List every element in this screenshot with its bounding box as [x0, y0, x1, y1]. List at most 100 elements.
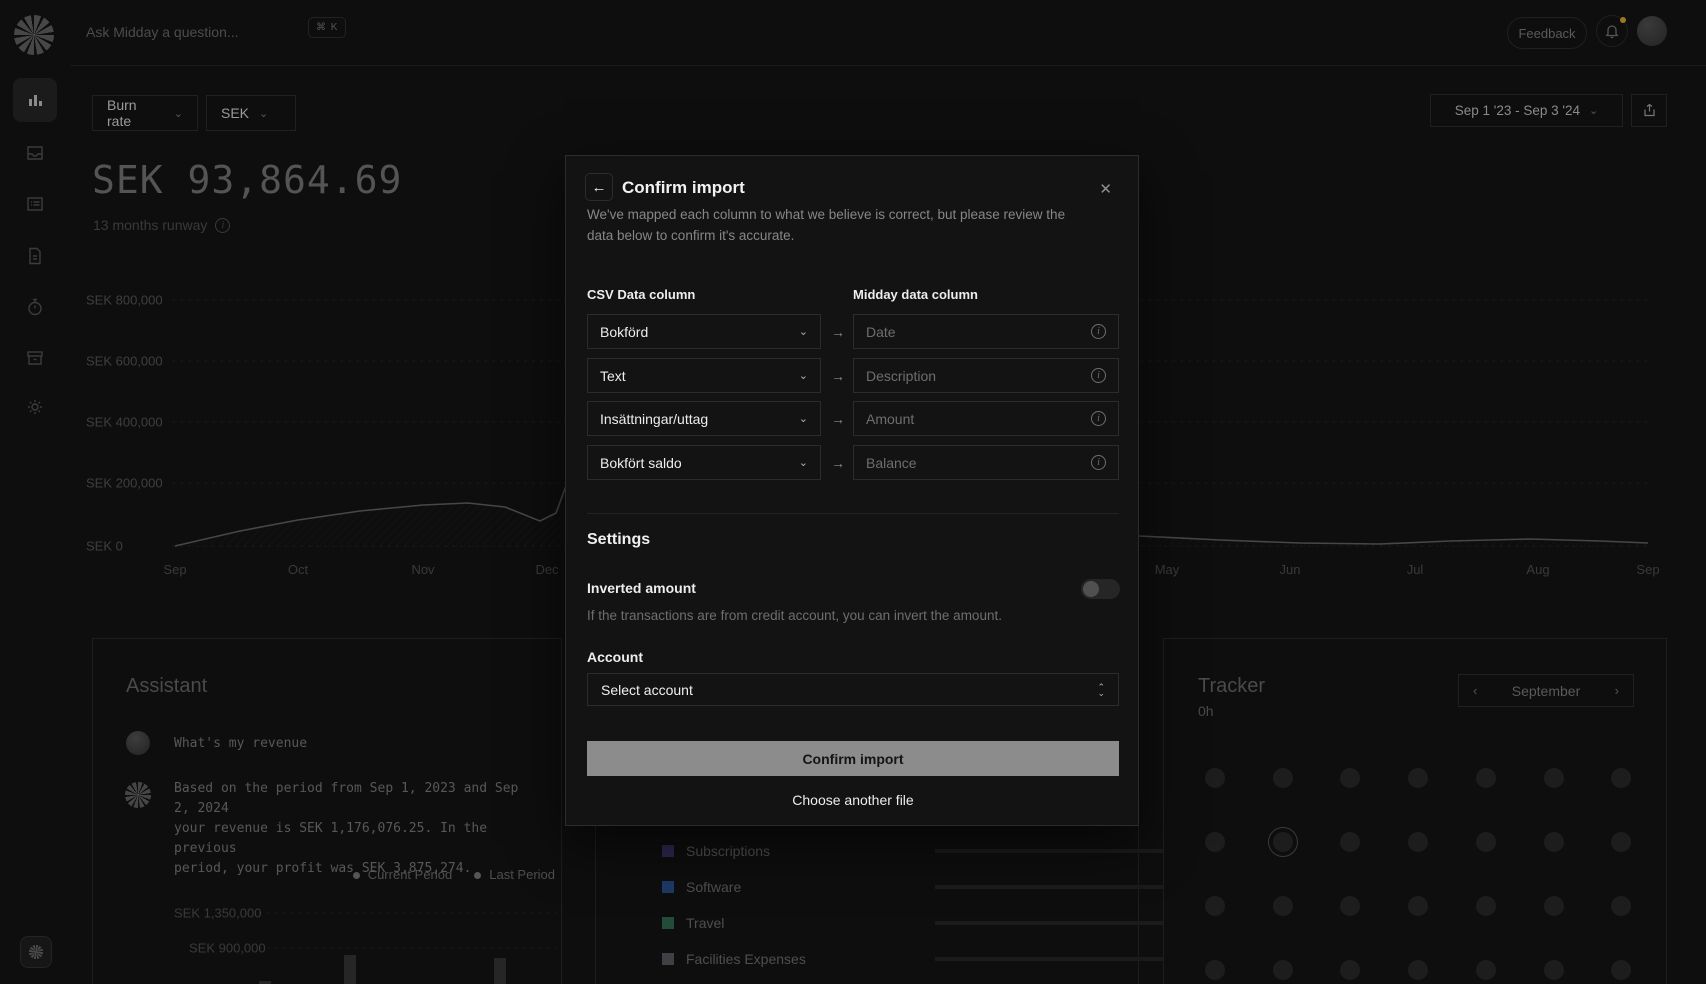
tracker-day[interactable] — [1205, 960, 1225, 980]
chart-y-tick: SEK 800,000 — [86, 293, 206, 308]
tracker-day[interactable] — [1476, 960, 1496, 980]
info-icon[interactable]: i — [1091, 324, 1106, 339]
chevron-down-icon: ⌄ — [799, 325, 808, 338]
tracker-day[interactable] — [1273, 896, 1293, 916]
confirm-import-modal: ← Confirm import ✕ We've mapped each col… — [565, 155, 1139, 826]
tracker-day[interactable] — [1544, 832, 1564, 852]
midday-column-field[interactable]: Descriptioni — [853, 358, 1119, 393]
chart-y-tick: SEK 0 — [86, 539, 206, 554]
toggle-knob — [1083, 581, 1099, 597]
chart-x-tick: Nov — [411, 562, 434, 577]
settings-heading: Settings — [587, 531, 650, 549]
account-select[interactable]: Select account ⌃⌄ — [587, 673, 1119, 706]
arrow-right-icon: → — [829, 455, 847, 471]
info-icon[interactable]: i — [1091, 411, 1106, 426]
tracker-day[interactable] — [1611, 832, 1631, 852]
chart-x-tick: Sep — [163, 562, 186, 577]
tracker-panel: Tracker 0h ‹ September › — [1163, 638, 1667, 984]
choose-another-file-link[interactable]: Choose another file — [566, 792, 1140, 808]
spending-bar — [935, 957, 1164, 961]
tracker-day[interactable] — [1273, 960, 1293, 980]
back-button[interactable]: ← — [585, 173, 613, 201]
spending-row[interactable]: Facilities Expenses — [662, 952, 806, 966]
chart-x-tick: Jul — [1407, 562, 1424, 577]
category-color-icon — [662, 917, 674, 929]
tracker-day[interactable] — [1544, 896, 1564, 916]
tracker-day[interactable] — [1205, 832, 1225, 852]
chevron-up-down-icon: ⌃⌄ — [1097, 684, 1105, 696]
csv-column-select[interactable]: Insättningar/uttag⌄ — [587, 401, 821, 436]
confirm-import-button[interactable]: Confirm import — [587, 741, 1119, 776]
category-color-icon — [662, 845, 674, 857]
chart-x-tick: May — [1155, 562, 1180, 577]
tracker-day[interactable] — [1205, 768, 1225, 788]
tracker-day[interactable] — [1408, 896, 1428, 916]
info-icon[interactable]: i — [1091, 455, 1106, 470]
chart-y-tick: SEK 600,000 — [86, 354, 206, 369]
assistant-chart-grid — [93, 639, 561, 984]
spending-bar — [935, 849, 1164, 853]
chart-y-tick: SEK 400,000 — [86, 415, 206, 430]
inverted-amount-help: If the transactions are from credit acco… — [587, 608, 1002, 623]
tracker-day[interactable] — [1611, 896, 1631, 916]
chart-x-tick: Oct — [288, 562, 308, 577]
chevron-left-icon[interactable]: ‹ — [1473, 683, 1477, 698]
tracker-day[interactable] — [1408, 832, 1428, 852]
chart-x-tick: Sep — [1636, 562, 1659, 577]
info-icon[interactable]: i — [1091, 368, 1106, 383]
chart-x-tick: Dec — [535, 562, 558, 577]
midday-column-header: Midday data column — [853, 287, 978, 302]
spending-bar — [935, 921, 1164, 925]
tracker-day[interactable] — [1476, 896, 1496, 916]
tracker-day[interactable] — [1340, 960, 1360, 980]
inverted-amount-label: Inverted amount — [587, 580, 696, 596]
tracker-day[interactable] — [1544, 960, 1564, 980]
modal-description: We've mapped each column to what we beli… — [587, 204, 1079, 246]
tracker-day[interactable] — [1611, 960, 1631, 980]
chevron-right-icon[interactable]: › — [1615, 683, 1619, 698]
bar — [344, 955, 356, 984]
account-label: Account — [587, 649, 643, 665]
tracker-day[interactable] — [1408, 768, 1428, 788]
tracker-day[interactable] — [1340, 896, 1360, 916]
modal-title: Confirm import — [622, 178, 745, 198]
tracker-day[interactable] — [1340, 768, 1360, 788]
tracker-day[interactable] — [1476, 832, 1496, 852]
tracker-day[interactable] — [1611, 768, 1631, 788]
midday-column-field[interactable]: Datei — [853, 314, 1119, 349]
assistant-panel: Assistant What's my revenue Based on the… — [92, 638, 562, 984]
month-label[interactable]: September — [1512, 683, 1580, 699]
spending-row[interactable]: Travel — [662, 916, 724, 930]
close-icon: ✕ — [1099, 181, 1112, 198]
tracker-day[interactable] — [1476, 768, 1496, 788]
arrow-left-icon: ← — [592, 179, 607, 196]
arrow-right-icon: → — [829, 368, 847, 384]
divider — [587, 513, 1119, 514]
spending-row[interactable]: Subscriptions — [662, 844, 770, 858]
midday-column-field[interactable]: Balancei — [853, 445, 1119, 480]
spending-bar — [935, 885, 1164, 889]
chart-x-tick: Aug — [1526, 562, 1549, 577]
tracker-total-hours: 0h — [1198, 703, 1214, 719]
chevron-down-icon: ⌄ — [799, 369, 808, 382]
chevron-down-icon: ⌄ — [799, 412, 808, 425]
bar — [494, 958, 506, 984]
month-navigator: ‹ September › — [1458, 674, 1634, 707]
tracker-day[interactable] — [1273, 768, 1293, 788]
inverted-amount-toggle[interactable] — [1081, 579, 1120, 599]
tracker-day[interactable] — [1205, 896, 1225, 916]
close-button[interactable]: ✕ — [1099, 180, 1112, 198]
tracker-day[interactable] — [1544, 768, 1564, 788]
spending-row[interactable]: Software — [662, 880, 741, 894]
tracker-day[interactable] — [1273, 832, 1293, 852]
chart-x-tick: Jun — [1280, 562, 1301, 577]
category-color-icon — [662, 953, 674, 965]
csv-column-select[interactable]: Text⌄ — [587, 358, 821, 393]
arrow-right-icon: → — [829, 324, 847, 340]
tracker-day[interactable] — [1408, 960, 1428, 980]
tracker-day[interactable] — [1340, 832, 1360, 852]
csv-column-header: CSV Data column — [587, 287, 695, 302]
csv-column-select[interactable]: Bokfört saldo⌄ — [587, 445, 821, 480]
midday-column-field[interactable]: Amounti — [853, 401, 1119, 436]
csv-column-select[interactable]: Bokförd⌄ — [587, 314, 821, 349]
